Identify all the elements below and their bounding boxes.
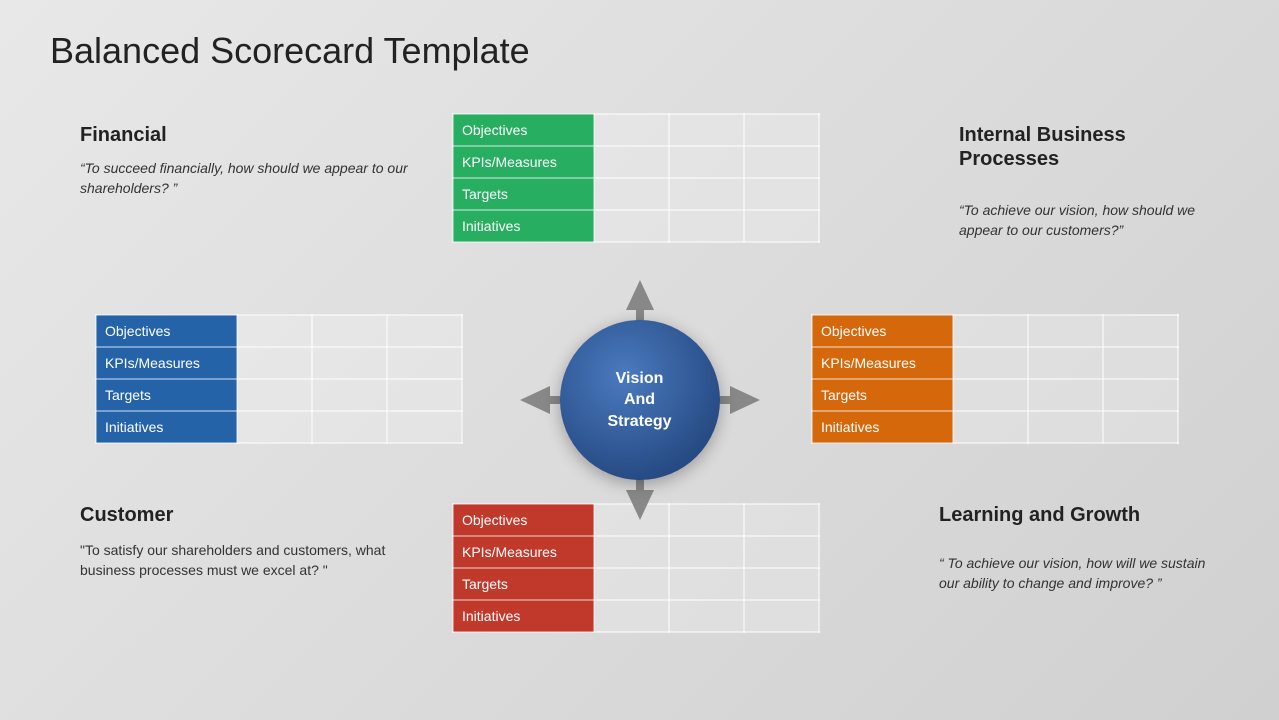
- financial-row-initiatives: Initiatives: [453, 210, 594, 242]
- learning-row-targets: Targets: [453, 568, 594, 600]
- table-row: Targets: [453, 178, 819, 210]
- learning-title: Learning and Growth: [939, 503, 1219, 527]
- table-row: Objectives: [812, 315, 1178, 347]
- table-row: KPIs/Measures: [453, 146, 819, 178]
- arrow-up-icon: [626, 280, 654, 310]
- learning-row-initiatives: Initiatives: [453, 600, 594, 632]
- customer-description: "To satisfy our shareholders and custome…: [80, 540, 410, 581]
- vision-line3: Strategy: [607, 413, 671, 430]
- arrow-down-icon: [626, 490, 654, 520]
- learning-description: “ To achieve our vision, how will we sus…: [939, 553, 1219, 594]
- financial-row-targets: Targets: [453, 178, 594, 210]
- financial-row-objectives: Objectives: [453, 114, 594, 146]
- arrow-left-icon: [520, 386, 550, 414]
- internal-row-initiatives: Initiatives: [812, 411, 953, 443]
- learning-scorecard-table: Objectives KPIs/Measures Targets Initiat…: [452, 503, 820, 633]
- internal-title: Internal Business Processes: [959, 123, 1219, 171]
- customer-row-kpis: KPIs/Measures: [96, 347, 237, 379]
- table-row: KPIs/Measures: [96, 347, 462, 379]
- table-row: Initiatives: [453, 210, 819, 242]
- vision-text: Vision And Strategy: [607, 368, 671, 433]
- learning-row-kpis: KPIs/Measures: [453, 536, 594, 568]
- vision-line1: Vision: [616, 370, 664, 387]
- vision-circle: Vision And Strategy: [560, 320, 720, 480]
- customer-row-initiatives: Initiatives: [96, 411, 237, 443]
- internal-description: “To achieve our vision, how should we ap…: [959, 200, 1219, 241]
- table-row: Initiatives: [453, 600, 819, 632]
- customer-table: Objectives KPIs/Measures Targets Initiat…: [95, 314, 463, 444]
- financial-title: Financial: [80, 123, 167, 147]
- page-title: Balanced Scorecard Template: [50, 30, 530, 72]
- learning-table: Objectives KPIs/Measures Targets Initiat…: [452, 503, 820, 633]
- customer-row-objectives: Objectives: [96, 315, 237, 347]
- table-row: Targets: [812, 379, 1178, 411]
- table-row: Targets: [96, 379, 462, 411]
- internal-row-objectives: Objectives: [812, 315, 953, 347]
- table-row: Initiatives: [812, 411, 1178, 443]
- table-row: KPIs/Measures: [453, 536, 819, 568]
- customer-row-targets: Targets: [96, 379, 237, 411]
- internal-row-targets: Targets: [812, 379, 953, 411]
- internal-row-kpis: KPIs/Measures: [812, 347, 953, 379]
- customer-title: Customer: [80, 503, 173, 527]
- table-row: Objectives: [453, 114, 819, 146]
- vision-line2: And: [624, 391, 655, 408]
- internal-scorecard-table: Objectives KPIs/Measures Targets Initiat…: [811, 314, 1179, 444]
- financial-table: Objectives KPIs/Measures Targets Initiat…: [452, 113, 820, 243]
- financial-row-kpis: KPIs/Measures: [453, 146, 594, 178]
- internal-table: Objectives KPIs/Measures Targets Initiat…: [811, 314, 1179, 444]
- financial-description: “To succeed financially, how should we a…: [80, 158, 430, 199]
- table-row: Initiatives: [96, 411, 462, 443]
- table-row: Targets: [453, 568, 819, 600]
- table-row: KPIs/Measures: [812, 347, 1178, 379]
- customer-scorecard-table: Objectives KPIs/Measures Targets Initiat…: [95, 314, 463, 444]
- financial-scorecard-table: Objectives KPIs/Measures Targets Initiat…: [452, 113, 820, 243]
- arrow-right-icon: [730, 386, 760, 414]
- table-row: Objectives: [96, 315, 462, 347]
